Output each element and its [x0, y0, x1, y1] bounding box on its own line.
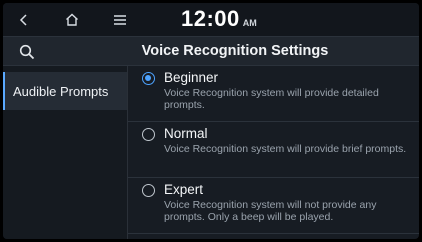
- clock-ampm: AM: [242, 18, 257, 28]
- option-beginner[interactable]: Beginner Voice Recognition system will p…: [128, 66, 419, 122]
- sidebar-item-audible-prompts[interactable]: Audible Prompts: [3, 72, 127, 110]
- home-button[interactable]: [57, 3, 87, 36]
- search-button[interactable]: [3, 37, 51, 66]
- clock-time: 12:00: [181, 6, 240, 31]
- option-description: Voice Recognition system will not provid…: [164, 199, 377, 223]
- prompt-options-list: Beginner Voice Recognition system will p…: [128, 66, 419, 239]
- sidebar: Audible Prompts: [3, 66, 128, 239]
- sidebar-item-label: Audible Prompts: [13, 83, 109, 99]
- page-title: Voice Recognition Settings: [141, 43, 329, 59]
- option-title: Normal: [164, 126, 208, 141]
- option-title: Expert: [164, 182, 204, 197]
- option-expert[interactable]: Expert Voice Recognition system will not…: [128, 178, 419, 234]
- option-normal[interactable]: Normal Voice Recognition system will pro…: [128, 122, 419, 178]
- menu-button[interactable]: [105, 3, 135, 36]
- option-title: Beginner: [164, 70, 219, 85]
- option-description: Voice Recognition system will provide de…: [164, 87, 379, 111]
- home-icon: [66, 13, 78, 26]
- clock: 12:00 AM: [181, 6, 257, 34]
- search-icon: [19, 44, 35, 59]
- radio-unselected-icon[interactable]: [142, 184, 155, 197]
- settings-screen: 12:00 AM Voice Recognition Settings Audi…: [3, 3, 419, 239]
- radio-selected-icon[interactable]: [142, 72, 155, 85]
- radio-unselected-icon[interactable]: [142, 128, 155, 141]
- option-description: Voice Recognition system will provide br…: [164, 143, 407, 155]
- back-button[interactable]: [9, 3, 39, 36]
- title-bar: Voice Recognition Settings: [3, 36, 419, 66]
- status-bar: 12:00 AM: [3, 3, 419, 36]
- menu-icon: [114, 14, 126, 25]
- back-icon: [19, 13, 27, 26]
- selected-indicator: [3, 72, 5, 110]
